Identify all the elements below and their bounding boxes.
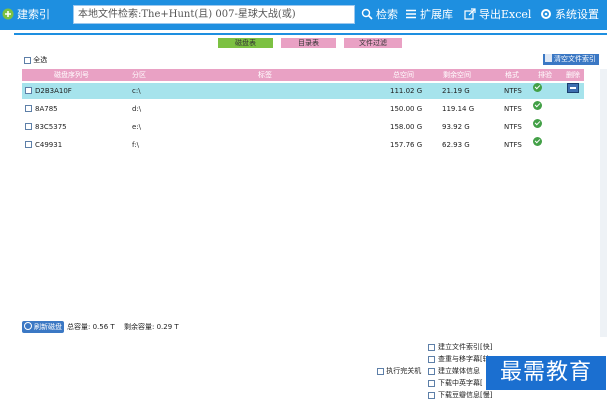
table-row[interactable]: 8A785 d:\ 150.00 G 119.14 G NTFS: [22, 101, 584, 117]
cell-free: 62.93 G: [442, 141, 470, 149]
select-all-checkbox[interactable]: [24, 56, 31, 64]
row-checkbox[interactable]: [25, 123, 32, 130]
clear-index-button[interactable]: 清空文件索引: [543, 54, 599, 65]
cell-format: NTFS: [504, 105, 522, 113]
tab-disk-table[interactable]: 磁盘表: [218, 38, 273, 48]
trash-icon: [545, 54, 552, 62]
shutdown-option[interactable]: 执行完关机: [377, 366, 421, 377]
task-option-checkbox[interactable]: [428, 367, 435, 375]
verified-check-icon: [533, 119, 542, 128]
cell-serial: 8A785: [35, 105, 58, 113]
task-option-label: 下载豆瓣信息[慢]: [438, 391, 493, 399]
col-free: 剩余空间: [443, 71, 471, 79]
tab-file-filter[interactable]: 文件过滤: [344, 38, 402, 48]
list-icon: [405, 8, 417, 20]
search-button[interactable]: 检索: [361, 6, 398, 24]
table-header: 磁盘序列号 分区 标签 总空间 剩余空间 格式 排验 删除: [22, 69, 584, 81]
export-icon: [464, 8, 476, 20]
task-option-checkbox[interactable]: [428, 379, 435, 387]
watermark-logo: 最需教育: [486, 356, 606, 390]
task-option-item[interactable]: 查重与移字幕[较: [428, 354, 490, 365]
cell-serial: C49931: [35, 141, 63, 149]
cell-serial: 83C5375: [35, 123, 67, 131]
table-row[interactable]: 83C5375 e:\ 158.00 G 93.92 G NTFS: [22, 119, 584, 135]
task-option-label: 建立文件索引[快]: [438, 343, 493, 351]
shutdown-checkbox[interactable]: [377, 367, 384, 375]
verified-check-icon: [533, 101, 542, 110]
task-option-label: 建立媒体信息: [438, 367, 480, 375]
cell-total: 150.00 G: [390, 105, 423, 113]
select-all[interactable]: 全选: [24, 56, 47, 65]
col-serial: 磁盘序列号: [54, 71, 89, 79]
row-checkbox[interactable]: [25, 87, 32, 94]
task-option-item[interactable]: 下载中英字幕[: [428, 378, 483, 389]
refresh-icon: [24, 322, 32, 330]
cell-total: 158.00 G: [390, 123, 423, 131]
cell-partition: d:\: [132, 105, 142, 113]
cell-serial: D2B3A10F: [35, 87, 72, 95]
table-row[interactable]: C49931 f:\ 157.76 G 62.93 G NTFS: [22, 137, 584, 153]
settings-button[interactable]: 系统设置: [540, 6, 599, 24]
task-option-checkbox[interactable]: [428, 355, 435, 363]
cell-free: 21.19 G: [442, 87, 470, 95]
toolbar-underline: [14, 33, 607, 35]
total-capacity: 总容量: 0.56 T: [67, 323, 115, 331]
cell-partition: f:\: [132, 141, 139, 149]
task-option-label: 下载中英字幕[: [438, 379, 483, 387]
cell-partition: c:\: [132, 87, 141, 95]
export-excel-button[interactable]: 导出Excel: [464, 6, 531, 24]
free-capacity: 剩余容量: 0.29 T: [124, 323, 179, 331]
main-toolbar: 建索引 本地文件检索:The+Hunt(且) 007-星球大战(或) 检索 扩展…: [0, 0, 607, 30]
row-checkbox[interactable]: [25, 141, 32, 148]
tab-directory-table[interactable]: 目录表: [281, 38, 336, 48]
verified-check-icon: [533, 83, 542, 92]
gear-icon: [540, 8, 552, 20]
table-scrollbar[interactable]: [600, 69, 607, 337]
delete-icon[interactable]: [567, 83, 579, 93]
search-icon: [361, 8, 373, 20]
task-option-label: 查重与移字幕[较: [438, 355, 490, 363]
task-option-checkbox[interactable]: [428, 391, 435, 399]
col-label: 标签: [258, 71, 272, 79]
plus-icon: [2, 8, 14, 20]
col-format: 格式: [505, 71, 519, 79]
cell-partition: e:\: [132, 123, 142, 131]
cell-format: NTFS: [504, 87, 522, 95]
cell-total: 157.76 G: [390, 141, 423, 149]
col-delete: 删除: [566, 71, 580, 79]
col-total: 总空间: [393, 71, 414, 79]
task-option-item[interactable]: 下载豆瓣信息[慢]: [428, 390, 492, 401]
verified-check-icon: [533, 137, 542, 146]
search-input[interactable]: 本地文件检索:The+Hunt(且) 007-星球大战(或): [73, 5, 355, 24]
task-option-item[interactable]: 建立文件索引[快]: [428, 342, 492, 353]
cell-format: NTFS: [504, 141, 522, 149]
cell-format: NTFS: [504, 123, 522, 131]
task-option-item[interactable]: 建立媒体信息: [428, 366, 480, 377]
task-option-checkbox[interactable]: [428, 343, 435, 351]
table-row[interactable]: D2B3A10F c:\ 111.02 G 21.19 G NTFS: [22, 83, 584, 99]
cell-free: 93.92 G: [442, 123, 470, 131]
refresh-disks-button[interactable]: 刷新磁盘: [22, 321, 64, 333]
cell-free: 119.14 G: [442, 105, 475, 113]
col-partition: 分区: [132, 71, 146, 79]
extensions-button[interactable]: 扩展库: [405, 6, 453, 24]
row-checkbox[interactable]: [25, 105, 32, 112]
col-verify: 排验: [538, 71, 552, 79]
build-index-button[interactable]: 建索引: [2, 6, 50, 24]
cell-total: 111.02 G: [390, 87, 423, 95]
